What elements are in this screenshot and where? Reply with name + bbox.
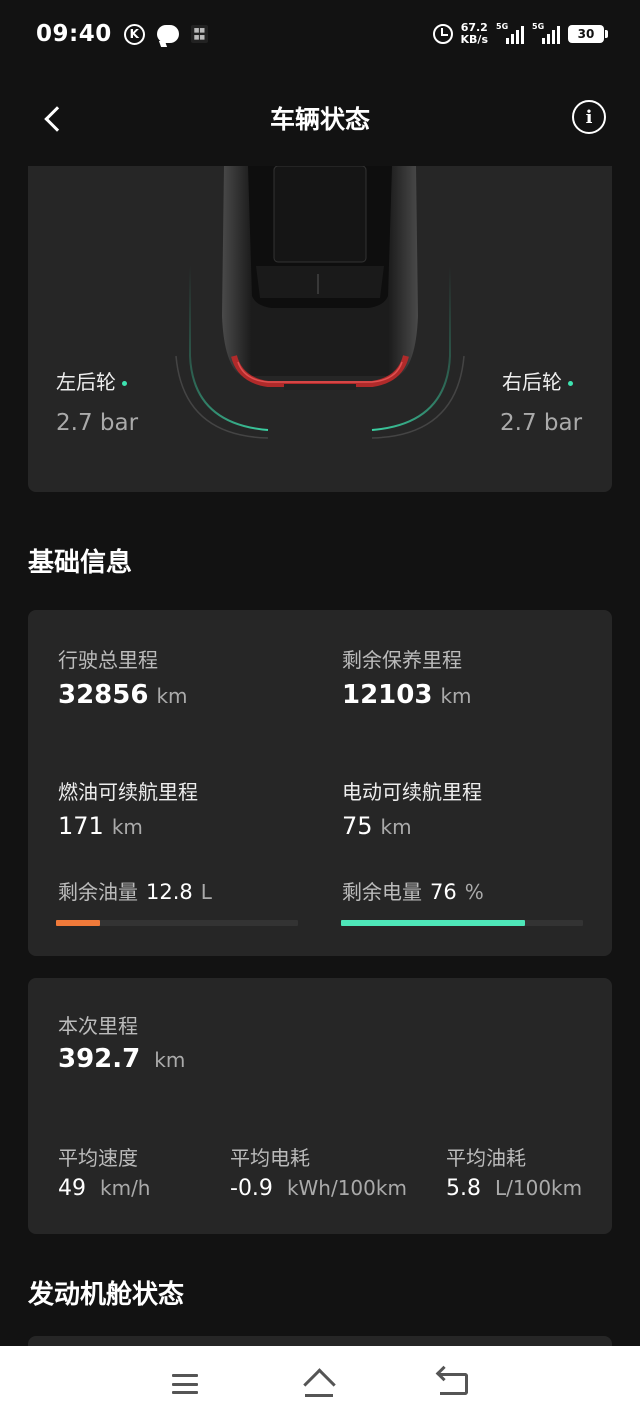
status-right: 67.2 KB/s 5G 5G 30 (432, 22, 608, 46)
alarm-icon (432, 24, 453, 44)
avg-speed-value: 49 km/h (58, 1176, 150, 1201)
rear-right-tire-pressure: 2.7 bar (500, 410, 583, 436)
avg-power-number: -0.9 (230, 1176, 273, 1201)
home-icon[interactable] (303, 1371, 335, 1397)
maintenance-mileage-label: 剩余保养里程 (342, 648, 462, 672)
rear-left-tire-label: 左后轮 (56, 366, 127, 395)
trip-card: 本次里程 392.7 km 平均速度 49 km/h 平均电耗 -0.9 kWh/10… (28, 978, 612, 1234)
fuel-range-label: 燃油可续航里程 (58, 780, 198, 804)
status-dot-icon (568, 381, 573, 386)
rear-right-tire-label: 右后轮 (502, 366, 573, 395)
net-speed-unit: KB/s (460, 33, 488, 46)
net-speed: 67.2 KB/s (461, 22, 488, 46)
avg-speed-label: 平均速度 (58, 1146, 138, 1170)
electric-range-unit: km (380, 815, 412, 839)
total-mileage-value: 32856 km (58, 680, 188, 710)
notification-icons: K ■■ ■■ (123, 23, 209, 45)
total-mileage-label: 行驶总里程 (58, 648, 158, 672)
signal-tag-1: 5G (496, 22, 509, 31)
signal-icon-1: 5G (496, 22, 524, 44)
avg-fuel-value: 5.8 L/100km (446, 1176, 582, 1201)
fuel-range-value: 171 km (58, 812, 143, 840)
avg-power-label: 平均电耗 (230, 1146, 310, 1170)
avg-speed-unit: km/h (100, 1176, 151, 1200)
battery-level-bar (341, 920, 583, 926)
battery-remaining-unit: % (464, 880, 484, 904)
fuel-remaining-unit: L (200, 880, 212, 904)
trip-mileage-label: 本次里程 (58, 1014, 138, 1038)
signal-tag-2: 5G (532, 22, 545, 31)
maintenance-mileage-number: 12103 (342, 680, 433, 710)
menu-icon[interactable] (172, 1374, 199, 1394)
avg-fuel-number: 5.8 (446, 1176, 481, 1201)
car-top-view-image (175, 166, 465, 439)
fuel-range-number: 171 (58, 812, 104, 840)
trip-mileage-number: 392.7 (58, 1044, 141, 1074)
back-button[interactable] (36, 102, 70, 136)
trip-mileage-unit: km (154, 1048, 186, 1072)
fuel-remaining: 剩余油量 12.8 L (58, 876, 212, 905)
rear-left-tire-pressure: 2.7 bar (56, 410, 139, 436)
status-time: 09:40 (36, 21, 112, 47)
status-bar: 09:40 K ■■ ■■ 67.2 KB/s 5G 5G 30 (0, 0, 640, 68)
chevron-left-icon (44, 106, 70, 132)
avg-speed-number: 49 (58, 1176, 86, 1201)
maintenance-mileage-unit: km (440, 684, 472, 708)
total-mileage-unit: km (156, 684, 188, 708)
engine-status-heading: 发动机舱状态 (28, 1280, 185, 1310)
status-dot-icon (122, 381, 127, 386)
basic-info-heading: 基础信息 (28, 548, 133, 578)
fuel-level-bar (56, 920, 298, 926)
system-nav-bar (0, 1346, 640, 1422)
fuel-remaining-label: 剩余油量 (58, 880, 138, 904)
lynk-co-icon: ■■ ■■ (190, 25, 209, 43)
battery-remaining: 剩余电量 76% (342, 876, 484, 905)
k-app-icon: K (123, 23, 145, 45)
tire-pressure-card: 左后轮 2.7 bar 右后轮 2.7 bar (28, 166, 612, 492)
chat-icon (156, 25, 179, 43)
basic-info-card: 行驶总里程 32856 km 剩余保养里程 12103 km 燃油可续航里程 171… (28, 610, 612, 956)
signal-icon-2: 5G (532, 22, 560, 44)
maintenance-mileage-value: 12103 km (342, 680, 472, 710)
avg-power-unit: kWh/100km (286, 1176, 407, 1200)
return-icon[interactable] (439, 1373, 468, 1395)
info-button[interactable]: i (572, 100, 606, 134)
electric-range-value: 75 km (342, 812, 412, 840)
electric-range-number: 75 (342, 812, 373, 840)
avg-power-value: -0.9 kWh/100km (230, 1176, 407, 1201)
page-title: 车辆状态 (269, 105, 370, 134)
rear-right-tire-label-text: 右后轮 (502, 370, 562, 394)
avg-fuel-label: 平均油耗 (446, 1146, 526, 1170)
electric-range-label: 电动可续航里程 (342, 780, 482, 804)
battery-level-fill (341, 920, 525, 926)
fuel-remaining-value: 12.8 (146, 880, 193, 904)
nav-bar: 车辆状态 i (0, 72, 640, 164)
battery-icon: 30 (568, 25, 608, 43)
fuel-level-fill (56, 920, 100, 926)
rear-left-tire-label-text: 左后轮 (56, 370, 116, 394)
battery-remaining-label: 剩余电量 (342, 880, 422, 904)
battery-remaining-value: 76 (430, 880, 457, 904)
total-mileage-number: 32856 (58, 680, 149, 710)
avg-fuel-unit: L/100km (495, 1176, 583, 1200)
fuel-range-unit: km (111, 815, 143, 839)
trip-mileage-value: 392.7 km (58, 1044, 185, 1074)
